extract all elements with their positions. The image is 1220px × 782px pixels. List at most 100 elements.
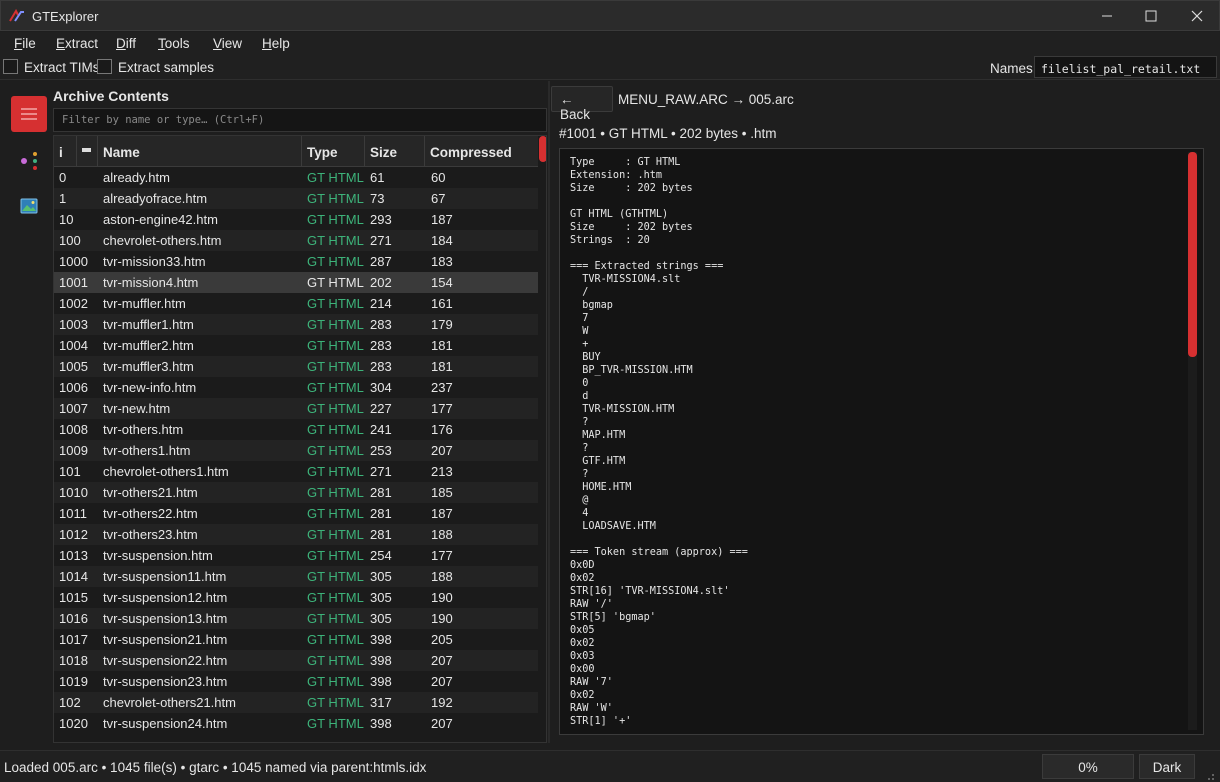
menu-help[interactable]: Help — [262, 36, 290, 51]
names-file-field[interactable]: filelist_pal_retail.txt — [1034, 56, 1217, 78]
row-type: GT HTML — [307, 653, 364, 668]
row-name: aston-engine42.htm — [103, 212, 218, 227]
flag-column-icon — [82, 148, 91, 152]
table-row[interactable]: 1007 tvr-new.htm GT HTML 227 177 — [54, 398, 538, 419]
header-size[interactable]: Size — [365, 136, 425, 167]
row-size: 283 — [370, 359, 392, 374]
menu-view[interactable]: View — [213, 36, 242, 51]
table-row[interactable]: 1005 tvr-muffler3.htm GT HTML 283 181 — [54, 356, 538, 377]
detail-text-view[interactable]: Type : GT HTML Extension: .htm Size : 20… — [559, 148, 1204, 735]
row-type: GT HTML — [307, 548, 364, 563]
table-scrollbar-thumb[interactable] — [539, 136, 546, 162]
row-size: 254 — [370, 548, 392, 563]
table-row[interactable]: 1002 tvr-muffler.htm GT HTML 214 161 — [54, 293, 538, 314]
minimize-icon — [1102, 15, 1112, 17]
header-type[interactable]: Type — [302, 136, 365, 167]
table-row[interactable]: 1010 tvr-others21.htm GT HTML 281 185 — [54, 482, 538, 503]
extract-samples-checkbox[interactable] — [97, 59, 112, 74]
table-row[interactable]: 1018 tvr-suspension22.htm GT HTML 398 207 — [54, 650, 538, 671]
table-row[interactable]: 101 chevrolet-others1.htm GT HTML 271 213 — [54, 461, 538, 482]
header-name[interactable]: Name — [98, 136, 302, 167]
table-header: i Name Type Size Compressed — [54, 136, 538, 167]
table-row[interactable]: 1001 tvr-mission4.htm GT HTML 202 154 — [54, 272, 538, 293]
row-index: 1016 — [59, 611, 88, 626]
menu-tools[interactable]: Tools — [158, 36, 190, 51]
row-type: GT HTML — [307, 611, 364, 626]
row-compressed: 154 — [431, 275, 453, 290]
detail-panel: ← Back MENU_RAW.ARC → 005.arc #1001 • GT… — [550, 81, 1220, 743]
maximize-button[interactable] — [1128, 1, 1174, 31]
minimize-button[interactable] — [1084, 1, 1130, 31]
view-rail — [0, 81, 52, 743]
menu-file[interactable]: File — [14, 36, 36, 51]
table-row[interactable]: 1020 tvr-suspension24.htm GT HTML 398 207 — [54, 713, 538, 734]
row-size: 305 — [370, 611, 392, 626]
row-name: tvr-others23.htm — [103, 527, 198, 542]
table-row[interactable]: 102 chevrolet-others21.htm GT HTML 317 192 — [54, 692, 538, 713]
filter-input[interactable]: Filter by name or type… (Ctrl+F) — [53, 108, 547, 132]
row-size: 317 — [370, 695, 392, 710]
table-row[interactable]: 100 chevrolet-others.htm GT HTML 271 184 — [54, 230, 538, 251]
table-row[interactable]: 1016 tvr-suspension13.htm GT HTML 305 190 — [54, 608, 538, 629]
extract-tims-checkbox[interactable] — [3, 59, 18, 74]
row-type: GT HTML — [307, 338, 364, 353]
row-size: 271 — [370, 464, 392, 479]
row-size: 73 — [370, 191, 385, 206]
header-flag[interactable] — [77, 136, 98, 167]
archive-panel: Archive Contents Filter by name or type…… — [52, 81, 548, 743]
row-type: GT HTML — [307, 422, 364, 437]
row-index: 1020 — [59, 716, 88, 731]
row-type: GT HTML — [307, 359, 364, 374]
table-row[interactable]: 1 alreadyofrace.htm GT HTML 73 67 — [54, 188, 538, 209]
row-compressed: 213 — [431, 464, 453, 479]
table-row[interactable]: 1009 tvr-others1.htm GT HTML 253 207 — [54, 440, 538, 461]
table-row[interactable]: 1017 tvr-suspension21.htm GT HTML 398 205 — [54, 629, 538, 650]
row-index: 1014 — [59, 569, 88, 584]
table-row[interactable]: 1019 tvr-suspension23.htm GT HTML 398 207 — [54, 671, 538, 692]
table-row[interactable]: 10 aston-engine42.htm GT HTML 293 187 — [54, 209, 538, 230]
table-row[interactable]: 1008 tvr-others.htm GT HTML 241 176 — [54, 419, 538, 440]
resize-grip-icon[interactable] — [1203, 769, 1215, 781]
header-compressed[interactable]: Compressed — [425, 136, 538, 167]
rail-image-button[interactable] — [11, 188, 47, 224]
row-size: 281 — [370, 506, 392, 521]
table-row[interactable]: 1013 tvr-suspension.htm GT HTML 254 177 — [54, 545, 538, 566]
row-name: alreadyofrace.htm — [103, 191, 208, 206]
table-row[interactable]: 1006 tvr-new-info.htm GT HTML 304 237 — [54, 377, 538, 398]
row-index: 1001 — [59, 275, 88, 290]
detail-scrollbar-thumb[interactable] — [1188, 152, 1197, 357]
row-name: tvr-muffler3.htm — [103, 359, 194, 374]
table-row[interactable]: 1003 tvr-muffler1.htm GT HTML 283 179 — [54, 314, 538, 335]
menu-extract[interactable]: Extract — [56, 36, 98, 51]
row-index: 1012 — [59, 527, 88, 542]
row-size: 227 — [370, 401, 392, 416]
table-row[interactable]: 1004 tvr-muffler2.htm GT HTML 283 181 — [54, 335, 538, 356]
rail-list-button[interactable] — [11, 96, 47, 132]
extract-samples-label: Extract samples — [118, 60, 215, 75]
row-name: chevrolet-others1.htm — [103, 464, 229, 479]
row-index: 1019 — [59, 674, 88, 689]
table-row[interactable]: 1015 tvr-suspension12.htm GT HTML 305 190 — [54, 587, 538, 608]
row-compressed: 188 — [431, 569, 453, 584]
header-index[interactable]: i — [54, 136, 77, 167]
table-row[interactable]: 1000 tvr-mission33.htm GT HTML 287 183 — [54, 251, 538, 272]
row-name: tvr-suspension21.htm — [103, 632, 228, 647]
row-name: tvr-suspension.htm — [103, 548, 213, 563]
row-index: 102 — [59, 695, 81, 710]
row-type: GT HTML — [307, 317, 364, 332]
table-row[interactable]: 0 already.htm GT HTML 61 60 — [54, 167, 538, 188]
table-row[interactable]: 1011 tvr-others22.htm GT HTML 281 187 — [54, 503, 538, 524]
row-name: tvr-others22.htm — [103, 506, 198, 521]
rail-graph-button[interactable] — [11, 142, 47, 178]
detail-scrollbar[interactable] — [1188, 152, 1197, 730]
table-scrollbar[interactable] — [539, 136, 546, 742]
row-type: GT HTML — [307, 191, 364, 206]
row-name: tvr-suspension22.htm — [103, 653, 228, 668]
menu-diff[interactable]: Diff — [116, 36, 136, 51]
theme-toggle-button[interactable]: Dark — [1139, 754, 1195, 779]
row-name: tvr-muffler2.htm — [103, 338, 194, 353]
close-button[interactable] — [1174, 1, 1220, 31]
table-row[interactable]: 1012 tvr-others23.htm GT HTML 281 188 — [54, 524, 538, 545]
back-button[interactable]: ← Back — [551, 86, 613, 122]
table-row[interactable]: 1014 tvr-suspension11.htm GT HTML 305 188 — [54, 566, 538, 587]
